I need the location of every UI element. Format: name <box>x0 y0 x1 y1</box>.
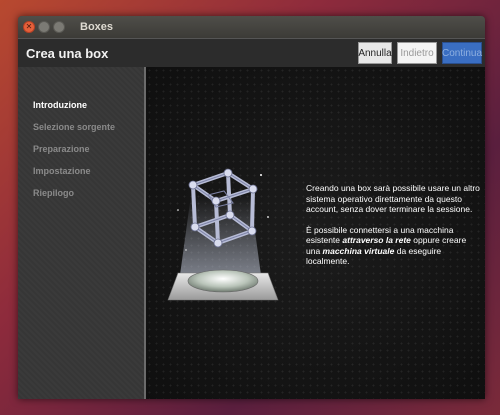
title-bar: ✕ Boxes <box>18 16 485 38</box>
step-setup: Impostazione <box>33 166 91 176</box>
step-source-selection: Selezione sorgente <box>33 122 116 132</box>
cancel-button[interactable]: Annulla <box>358 42 392 64</box>
steps-sidebar: Introduzione Selezione sorgente Preparaz… <box>18 67 146 399</box>
main-content: Creando una box sarà possibile usare un … <box>146 67 485 399</box>
intro-description: Creando una box sarà possibile usare un … <box>306 183 482 277</box>
continue-button[interactable]: Continua <box>442 42 482 64</box>
step-summary: Riepilogo <box>33 188 74 198</box>
intro-paragraph-1: Creando una box sarà possibile usare un … <box>306 183 480 214</box>
intro-paragraph-2: È possibile connettersi a una macchina e… <box>306 225 482 267</box>
virtual-machine-emphasis: macchina virtuale <box>322 245 395 256</box>
step-introduction: Introduzione <box>33 100 87 110</box>
step-preparation: Preparazione <box>33 144 90 154</box>
boxes-window: ✕ Boxes Crea una box Annulla Indietro Co… <box>18 16 485 399</box>
maximize-icon[interactable] <box>53 21 65 33</box>
boxes-logo-icon <box>167 168 279 301</box>
close-icon[interactable]: ✕ <box>23 21 35 33</box>
minimize-icon[interactable] <box>38 21 50 33</box>
network-emphasis: attraverso la rete <box>342 235 411 245</box>
page-title: Crea una box <box>26 45 109 61</box>
back-button[interactable]: Indietro <box>397 42 437 64</box>
window-title: Boxes <box>80 21 114 33</box>
assistant-header: Crea una box Annulla Indietro Continua <box>18 38 485 68</box>
